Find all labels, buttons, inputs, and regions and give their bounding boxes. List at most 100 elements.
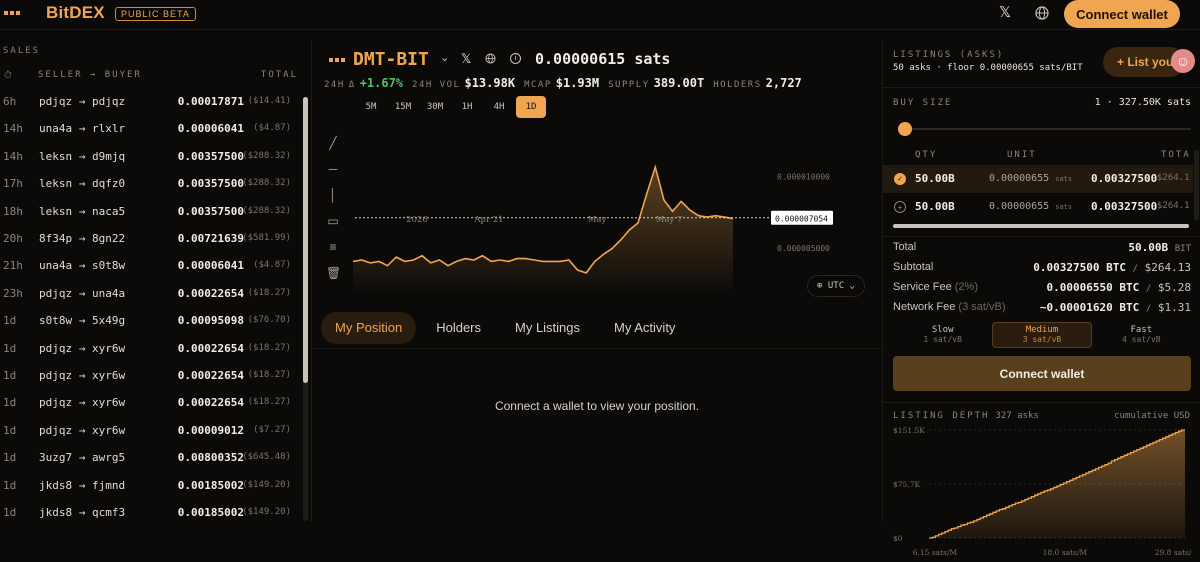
sales-row[interactable]: 23h pdjqz → una4a 0.00022654 ($18.27) [0, 281, 300, 308]
buy-size-slider-track[interactable] [903, 128, 1191, 130]
connect-wallet-button[interactable]: Connect wallet [1064, 0, 1180, 28]
btc-unit: BTC [1119, 281, 1140, 294]
sales-row[interactable]: 1d 3uzg7 → awrg5 0.00800352 ($645.48) [0, 445, 300, 472]
timezone-selector[interactable]: ⊕ UTC ⌄ [807, 275, 865, 297]
chevron-down-icon: ⌄ [849, 281, 855, 291]
sales-row[interactable]: 1d pdjqz → xyr6w 0.00022654 ($18.27) [0, 390, 300, 417]
depth-x-label: 29.8 sats/M [1155, 548, 1191, 557]
scroll-thumb[interactable] [303, 97, 308, 383]
y-tick-label: 0.000005000 [777, 244, 830, 253]
depth-y-label: $151.5K [893, 426, 925, 435]
sale-pair[interactable]: pdjqz → xyr6w [39, 396, 125, 409]
sale-age: 1d [3, 314, 17, 328]
sale-btc: 0.00357500 [177, 204, 244, 218]
sale-age: 1d [3, 369, 17, 382]
vertical-line-tool-icon[interactable]: │ [326, 188, 340, 202]
avatar-icon[interactable]: ☺ [1171, 49, 1195, 73]
sales-row[interactable]: 1d pdjqz → xyr6w 0.00022654 ($18.27) [0, 336, 300, 363]
btc-unit: BTC [1106, 261, 1126, 274]
sale-usd: ($18.27) [247, 287, 291, 298]
sale-pair[interactable]: pdjqz → xyr6w [39, 424, 125, 437]
sale-pair[interactable]: s0t8w → 5x49g [39, 314, 125, 327]
sale-pair[interactable]: leksn → d9mjq [39, 150, 125, 163]
sales-row[interactable]: 18h leksn → naca5 0.00357500 ($288.32) [0, 199, 300, 226]
token-x-icon[interactable]: 𝕏 [461, 51, 471, 67]
chevron-down-icon[interactable]: ⌄ [440, 51, 449, 64]
token-globe-icon[interactable] [485, 53, 496, 64]
connect-wallet-main-button[interactable]: Connect wallet [893, 356, 1191, 391]
price-chart[interactable]: 0.000010000 0.000005000 0.000007054 2026 Apr… [353, 150, 873, 300]
sale-pair[interactable]: 8f34p → 8gn22 [39, 232, 125, 245]
sale-pair[interactable]: pdjqz → xyr6w [39, 369, 125, 382]
sale-pair[interactable]: pdjqz → pdjqz [39, 95, 125, 108]
listing-total: 0.00327500 [1091, 200, 1158, 213]
rectangle-tool-icon[interactable]: ▭ [326, 214, 340, 228]
sale-pair[interactable]: una4a → s0t8w [39, 259, 125, 272]
fee-option-slow[interactable]: Slow 1 sat/vB [893, 322, 992, 348]
network-fee-rate: (3 sat/vB) [958, 301, 1006, 313]
tab-my-position[interactable]: My Position [321, 312, 417, 344]
fib-tool-icon[interactable]: ≡ [326, 240, 340, 254]
listing-row[interactable]: +50.00B 0.00000655 sats 0.00327500 $264.1 [883, 193, 1193, 221]
sales-row[interactable]: 21h una4a → s0t8w 0.00006041 ($4.87) [0, 253, 300, 280]
info-icon[interactable]: i [510, 53, 521, 64]
sale-btc: 0.00022654 [177, 286, 244, 300]
trash-icon[interactable]: 🗑 [326, 266, 341, 280]
divider [883, 87, 1200, 88]
timeframe-1d[interactable]: 1D [516, 96, 546, 118]
buy-size-slider-knob[interactable] [898, 122, 912, 136]
sep: / [1145, 284, 1152, 294]
listing-unit-value: 0.00000655 [989, 173, 1050, 184]
fee-option-fast[interactable]: Fast 4 sat/vB [1092, 322, 1191, 348]
listing-unit-value: 0.00000655 [989, 201, 1050, 212]
token-stats: 24H Δ +1.67% 24H VOL $13.98K MCAP $1.93M SUPPLY… [324, 76, 811, 90]
timeframe-1h[interactable]: 1H [452, 96, 482, 118]
sale-pair[interactable]: leksn → naca5 [39, 205, 125, 218]
sale-btc: 0.00800352 [177, 451, 244, 465]
sale-age: 17h [3, 177, 23, 191]
sales-row[interactable]: 20h 8f34p → 8gn22 0.00721639 ($581.99) [0, 226, 300, 253]
timeframe-15m[interactable]: 15M [388, 96, 418, 118]
sale-pair[interactable]: una4a → rlxlr [39, 122, 125, 135]
tab-my-listings[interactable]: My Listings [501, 312, 594, 344]
sale-pair[interactable]: leksn → dqfz0 [39, 177, 125, 190]
sale-pair[interactable]: pdjqz → xyr6w [39, 342, 125, 355]
line-tool-icon[interactable]: ╱ [326, 136, 340, 150]
sales-row[interactable]: 1d pdjqz → xyr6w 0.00009012 ($7.27) [0, 418, 300, 445]
x-icon[interactable]: 𝕏 [996, 4, 1014, 22]
timeframe-4h[interactable]: 4H [484, 96, 514, 118]
sales-row[interactable]: 1d jkds8 → qcmf3 0.00185002 ($149.20) [0, 500, 300, 527]
sale-pair[interactable]: jkds8 → fjmnd [39, 479, 125, 492]
service-fee-name: Service Fee [893, 281, 952, 293]
listings-scrollbar[interactable] [1194, 150, 1199, 220]
listing-row[interactable]: ✓ 50.00B 0.00000655 sats 0.00327500 $264.1 [883, 165, 1193, 193]
sale-pair[interactable]: 3uzg7 → awrg5 [39, 451, 125, 464]
sales-row[interactable]: 6h pdjqz → pdjqz 0.00017871 ($14.41) [0, 89, 300, 116]
sales-row[interactable]: 1d pdjqz → xyr6w 0.00022654 ($18.27) [0, 363, 300, 390]
x-tick-label: May [588, 215, 607, 225]
sales-row[interactable]: 1d jkds8 → fjmnd 0.00185002 ($149.20) [0, 473, 300, 500]
timeframe-30m[interactable]: 30M [420, 96, 450, 118]
listings-hscrollbar[interactable] [893, 224, 1189, 228]
tab-my-activity[interactable]: My Activity [600, 312, 689, 344]
y-tick-label: 0.000010000 [777, 173, 830, 182]
app-logo[interactable]: BitDEX [46, 3, 105, 23]
timeframe-5m[interactable]: 5M [356, 96, 386, 118]
fee-option-medium[interactable]: Medium 3 sat/vB [992, 322, 1092, 348]
sales-row[interactable]: 17h leksn → dqfz0 0.00357500 ($288.32) [0, 171, 300, 198]
horizontal-line-tool-icon[interactable]: ─ [326, 162, 340, 176]
sale-pair[interactable]: pdjqz → una4a [39, 287, 125, 300]
sales-row[interactable]: 1d s0t8w → 5x49g 0.00095098 ($76.70) [0, 308, 300, 335]
sales-row[interactable]: 14h leksn → d9mjq 0.00357500 ($288.32) [0, 144, 300, 171]
sales-row[interactable]: 14h una4a → rlxlr 0.00006041 ($4.87) [0, 116, 300, 143]
tab-holders[interactable]: Holders [422, 312, 495, 344]
add-icon[interactable]: + [894, 201, 906, 213]
sale-pair[interactable]: jkds8 → qcmf3 [39, 506, 125, 519]
service-fee-label: Service Fee (2%) [893, 281, 978, 293]
service-fee-usd: $5.28 [1157, 281, 1191, 294]
check-icon[interactable]: ✓ [894, 173, 906, 185]
token-name[interactable]: DMT-BIT [353, 49, 429, 70]
sales-scrollbar[interactable] [303, 97, 308, 521]
sale-usd: ($288.32) [242, 178, 291, 189]
globe-icon[interactable] [1034, 5, 1050, 21]
